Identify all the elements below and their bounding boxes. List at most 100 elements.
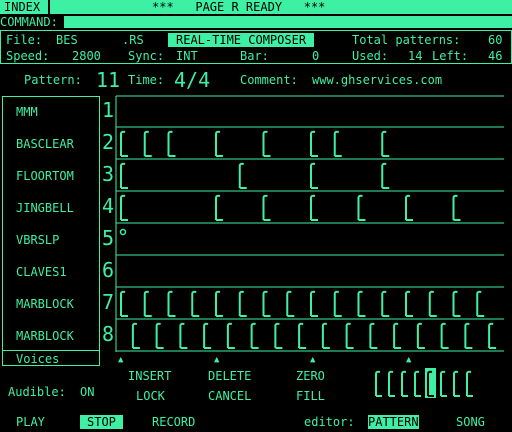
time-label: Time:: [128, 73, 165, 87]
speed-value[interactable]: 2800: [72, 50, 101, 62]
editor-label: editor:: [304, 415, 355, 429]
note-mark[interactable]: [321, 322, 330, 349]
note-mark[interactable]: [131, 322, 140, 349]
stop-button[interactable]: STOP: [80, 415, 123, 429]
voice-name-8[interactable]: MARBLOCK: [16, 330, 74, 342]
note-mark[interactable]: [120, 130, 128, 157]
note-mark[interactable]: [488, 322, 497, 349]
note-value-option[interactable]: [414, 370, 421, 397]
cancel-button[interactable]: CANCEL: [208, 390, 251, 402]
note-mark[interactable]: [440, 322, 449, 349]
voice-name-6[interactable]: CLAVES1: [16, 266, 67, 278]
voice-name-4[interactable]: JINGBELL: [16, 202, 74, 214]
pattern-number[interactable]: 11: [96, 70, 120, 90]
note-mark[interactable]: [203, 322, 212, 349]
note-mark[interactable]: [452, 290, 461, 317]
note-mark[interactable]: [143, 290, 152, 317]
note-mark[interactable]: [274, 322, 283, 349]
note-value-option[interactable]: [375, 370, 382, 397]
pattern-label: Pattern:: [24, 73, 82, 87]
note-mark[interactable]: [476, 290, 485, 317]
note-mark[interactable]: [215, 194, 223, 221]
editor-pattern-tab[interactable]: PATTERN: [368, 415, 419, 429]
note-mark[interactable]: [191, 290, 200, 317]
note-mark[interactable]: [179, 322, 188, 349]
voice-name-5[interactable]: VBRSLP: [16, 234, 59, 246]
zero-button[interactable]: ZERO: [296, 370, 325, 382]
note-mark[interactable]: [215, 290, 223, 317]
note-mark[interactable]: [310, 194, 318, 221]
note-mark[interactable]: [357, 290, 366, 317]
note-mark[interactable]: [428, 290, 437, 317]
voice-name-3[interactable]: FLOORTOM: [16, 170, 74, 182]
note-mark[interactable]: [215, 130, 223, 157]
note-mark[interactable]: [310, 130, 318, 157]
note-mark[interactable]: [120, 290, 128, 317]
used-value: 14: [408, 49, 423, 63]
note-mark[interactable]: [333, 130, 342, 157]
note-mark[interactable]: [405, 194, 413, 221]
beat-marker-4: ▲: [406, 355, 412, 365]
note-mark[interactable]: [286, 290, 295, 317]
status-text: *** PAGE R READY ***: [152, 0, 326, 14]
time-signature[interactable]: 4/4: [174, 70, 210, 90]
left-label: Left:: [432, 49, 469, 63]
note-mark[interactable]: [226, 322, 235, 349]
note-mark[interactable]: [238, 162, 247, 189]
note-mark[interactable]: [464, 322, 473, 349]
insert-button[interactable]: INSERT: [128, 370, 171, 382]
note-mark[interactable]: [310, 290, 318, 317]
voice-name-1[interactable]: MMM: [16, 106, 38, 118]
note-mark[interactable]: [405, 290, 413, 317]
note-mark[interactable]: [119, 228, 127, 236]
index-button[interactable]: INDEX: [4, 1, 40, 13]
note-mark[interactable]: [238, 290, 247, 317]
note-mark[interactable]: [333, 290, 342, 317]
note-mark[interactable]: [369, 322, 378, 349]
note-value-option[interactable]: [401, 370, 408, 397]
track-number-8: 8: [102, 322, 115, 346]
sync-value[interactable]: INT: [176, 50, 198, 62]
comment-value[interactable]: www.ghservices.com: [312, 74, 442, 86]
record-button[interactable]: RECORD: [152, 416, 195, 428]
note-mark[interactable]: [345, 322, 354, 349]
fill-button[interactable]: FILL: [296, 390, 325, 402]
delete-button[interactable]: DELETE: [208, 370, 251, 382]
note-mark[interactable]: [381, 162, 390, 189]
note-mark[interactable]: [155, 322, 164, 349]
note-mark[interactable]: [393, 322, 402, 349]
bar-value: 0: [312, 49, 320, 63]
used-label: Used:: [352, 49, 389, 63]
note-mark[interactable]: [262, 194, 271, 221]
note-mark[interactable]: [262, 290, 271, 317]
play-button[interactable]: PLAY: [16, 416, 45, 428]
note-mark[interactable]: [298, 322, 307, 349]
note-value-option[interactable]: [453, 370, 460, 397]
note-mark[interactable]: [357, 194, 366, 221]
audible-toggle[interactable]: ON: [80, 386, 94, 398]
note-value-option[interactable]: [440, 370, 447, 397]
note-mark[interactable]: [381, 130, 390, 157]
note-value-option[interactable]: [466, 370, 473, 397]
editor-song-tab[interactable]: SONG: [456, 416, 485, 428]
command-input[interactable]: [64, 16, 512, 28]
note-mark[interactable]: [167, 130, 176, 157]
lock-button[interactable]: LOCK: [136, 390, 165, 402]
note-mark[interactable]: [381, 290, 390, 317]
note-mark[interactable]: [120, 162, 128, 189]
track-number-1: 1: [102, 98, 115, 122]
note-mark[interactable]: [167, 290, 176, 317]
note-mark[interactable]: [452, 194, 461, 221]
note-mark[interactable]: [262, 130, 271, 157]
note-mark[interactable]: [250, 322, 259, 349]
note-value-option-selected[interactable]: [425, 368, 436, 398]
file-name[interactable]: BES: [56, 34, 78, 46]
voice-name-7[interactable]: MARBLOCK: [16, 298, 74, 310]
voice-name-2[interactable]: BASCLEAR: [16, 138, 74, 150]
note-mark[interactable]: [120, 194, 128, 221]
note-mark[interactable]: [143, 130, 152, 157]
note-value-selector[interactable]: [372, 366, 484, 400]
note-value-option[interactable]: [388, 370, 395, 397]
note-mark[interactable]: [310, 162, 318, 189]
note-mark[interactable]: [416, 322, 425, 349]
